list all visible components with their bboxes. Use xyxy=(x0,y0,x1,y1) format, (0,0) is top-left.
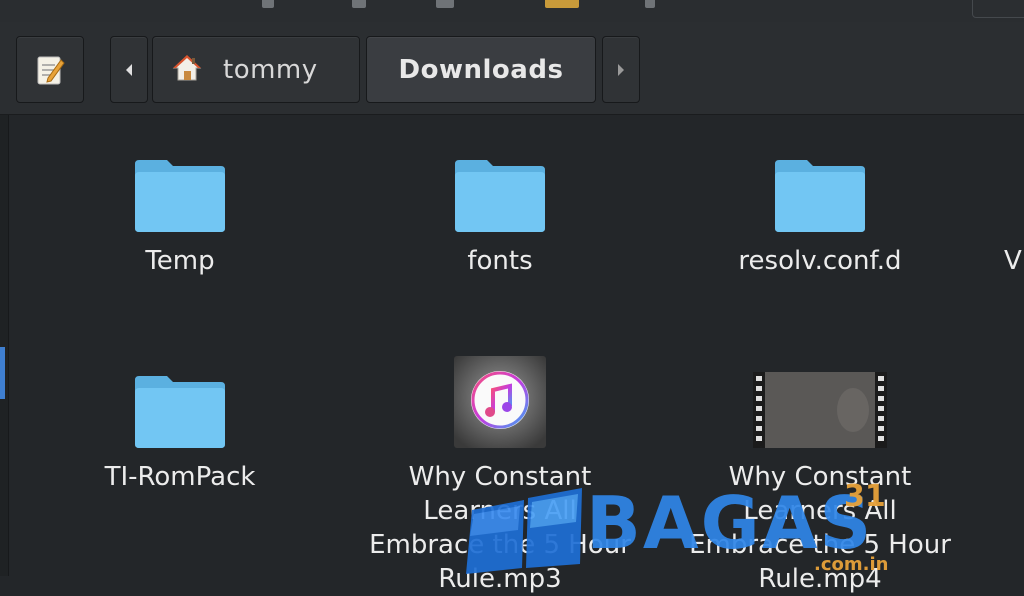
file-item-partial[interactable]: V xyxy=(1004,136,1024,278)
file-item-resolv[interactable]: resolv.conf.d xyxy=(670,136,970,278)
window-button[interactable] xyxy=(972,0,1024,18)
file-name: fonts xyxy=(467,246,533,276)
file-name: V xyxy=(1004,246,1022,276)
chevron-right-icon xyxy=(618,63,624,76)
file-item-mp4[interactable]: Why Constant Learners All Embrace the 5 … xyxy=(670,352,970,596)
path-bar-toolbar: tommy Downloads xyxy=(0,22,1024,115)
breadcrumb-current-label: Downloads xyxy=(398,54,564,85)
file-item-mp3[interactable]: Why Constant Learners All Embrace the 5 … xyxy=(350,352,650,596)
folder-icon xyxy=(135,160,225,232)
chevron-left-icon xyxy=(126,63,132,76)
sidebar-edge xyxy=(0,115,9,576)
breadcrumb-home[interactable]: tommy xyxy=(152,36,360,103)
folder-icon xyxy=(135,376,225,448)
toolbar-icon-fragment xyxy=(545,0,579,8)
home-icon xyxy=(171,53,203,87)
file-item-tirompack[interactable]: TI-RomPack xyxy=(30,352,330,494)
sidebar-selection-indicator xyxy=(0,347,5,399)
toolbar-icon-fragment xyxy=(436,0,454,8)
toolbar-icon-fragment xyxy=(262,0,274,8)
path-forward-button[interactable] xyxy=(602,36,640,103)
toolbar-icon-fragment xyxy=(352,0,366,8)
window-top-strip xyxy=(0,0,1024,22)
file-name: Temp xyxy=(145,246,215,276)
toolbar-icon-fragment xyxy=(645,0,655,8)
file-name: resolv.conf.d xyxy=(738,246,902,276)
file-item-temp[interactable]: Temp xyxy=(30,136,330,278)
file-name: TI-RomPack xyxy=(104,462,256,492)
video-file-icon xyxy=(753,372,887,448)
music-file-icon xyxy=(454,356,546,448)
edit-location-icon xyxy=(37,56,65,84)
file-item-fonts[interactable]: fonts xyxy=(350,136,650,278)
breadcrumb-current[interactable]: Downloads xyxy=(366,36,596,103)
folder-icon xyxy=(455,160,545,232)
edit-location-button[interactable] xyxy=(16,36,84,103)
folder-icon xyxy=(775,160,865,232)
path-back-button[interactable] xyxy=(110,36,148,103)
breadcrumb-home-label: tommy xyxy=(223,54,318,85)
